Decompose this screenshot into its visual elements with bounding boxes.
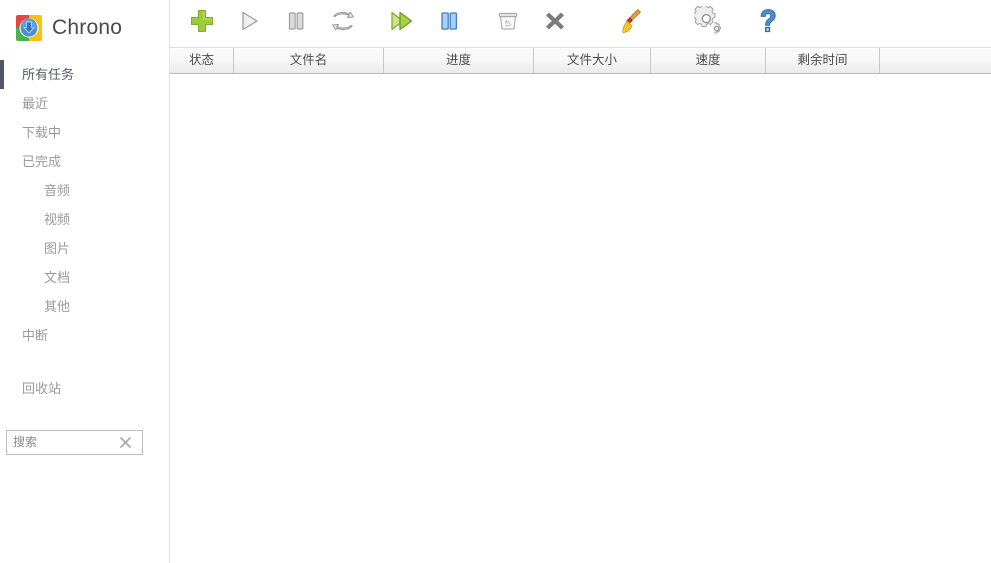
sidebar-item-downloading[interactable]: 下载中 xyxy=(0,118,169,147)
plus-icon xyxy=(188,7,216,40)
sidebar-item-interrupted[interactable]: 中断 xyxy=(0,321,169,350)
pause-all-icon xyxy=(435,7,463,40)
play-icon xyxy=(235,7,263,40)
recycle-bin-button[interactable] xyxy=(484,4,531,44)
sidebar-item-label: 回收站 xyxy=(22,381,62,396)
chrono-download-manager-window: Chrono 所有任务最近下载中已完成音频视频图片文档其他中断回收站 xyxy=(0,0,991,563)
brand-title: Chrono xyxy=(52,16,123,39)
broom-icon xyxy=(617,6,647,41)
pause-button[interactable] xyxy=(272,4,319,44)
trash-icon xyxy=(494,7,522,40)
refresh-button[interactable] xyxy=(319,4,366,44)
gear-icon xyxy=(692,4,724,41)
sidebar-item-recycle-bin[interactable]: 回收站 xyxy=(0,374,169,403)
help-button[interactable] xyxy=(744,4,791,44)
refresh-icon xyxy=(328,6,358,41)
sidebar-item-label: 图片 xyxy=(44,241,71,256)
question-mark-icon xyxy=(753,6,783,41)
sidebar-item-label: 其他 xyxy=(44,299,71,314)
close-x-icon xyxy=(541,7,569,40)
toolbar xyxy=(170,0,991,48)
sidebar-item-label: 文档 xyxy=(44,270,71,285)
column-header-spacer[interactable] xyxy=(880,48,991,73)
column-header-remaining-time[interactable]: 剩余时间 xyxy=(766,48,880,73)
settings-button[interactable] xyxy=(685,4,732,44)
sidebar-item-label: 已完成 xyxy=(22,154,62,169)
start-button[interactable] xyxy=(225,4,272,44)
search-clear-icon[interactable] xyxy=(115,432,135,453)
clean-button[interactable] xyxy=(608,4,655,44)
sidebar-item-label: 中断 xyxy=(22,328,49,343)
task-table-body[interactable] xyxy=(170,74,991,563)
sidebar-item-documents[interactable]: 文档 xyxy=(0,263,169,292)
sidebar-nav: 所有任务最近下载中已完成音频视频图片文档其他中断回收站 xyxy=(0,60,169,403)
sidebar-item-label: 最近 xyxy=(22,96,49,111)
chrono-download-logo-icon xyxy=(16,15,42,41)
sidebar-item-label: 音频 xyxy=(44,183,71,198)
delete-button[interactable] xyxy=(531,4,578,44)
sidebar-item-audio[interactable]: 音频 xyxy=(0,176,169,205)
sidebar-item-all-tasks[interactable]: 所有任务 xyxy=(0,60,169,89)
pause-icon xyxy=(282,7,310,40)
start-all-button[interactable] xyxy=(378,4,425,44)
sidebar-item-video[interactable]: 视频 xyxy=(0,205,169,234)
column-header-filesize[interactable]: 文件大小 xyxy=(534,48,651,73)
sidebar-item-label: 所有任务 xyxy=(22,67,75,82)
play-all-icon xyxy=(387,6,417,41)
add-task-button[interactable] xyxy=(178,4,225,44)
column-header-filename[interactable]: 文件名 xyxy=(234,48,384,73)
main-panel: 状态 文件名 进度 文件大小 速度 剩余时间 xyxy=(170,0,991,563)
search-box[interactable] xyxy=(6,430,143,455)
column-header-progress[interactable]: 进度 xyxy=(384,48,534,73)
brand-header: Chrono xyxy=(0,0,169,56)
sidebar-item-label: 视频 xyxy=(44,212,71,227)
column-header-speed[interactable]: 速度 xyxy=(651,48,766,73)
sidebar-item-recent[interactable]: 最近 xyxy=(0,89,169,118)
sidebar-item-images[interactable]: 图片 xyxy=(0,234,169,263)
search-input[interactable] xyxy=(7,432,115,453)
sidebar: Chrono 所有任务最近下载中已完成音频视频图片文档其他中断回收站 xyxy=(0,0,170,563)
sidebar-item-completed[interactable]: 已完成 xyxy=(0,147,169,176)
sidebar-item-other[interactable]: 其他 xyxy=(0,292,169,321)
column-header-status[interactable]: 状态 xyxy=(170,48,234,73)
sidebar-item-label: 下载中 xyxy=(22,125,62,140)
task-table-header: 状态 文件名 进度 文件大小 速度 剩余时间 xyxy=(170,48,991,74)
pause-all-button[interactable] xyxy=(425,4,472,44)
